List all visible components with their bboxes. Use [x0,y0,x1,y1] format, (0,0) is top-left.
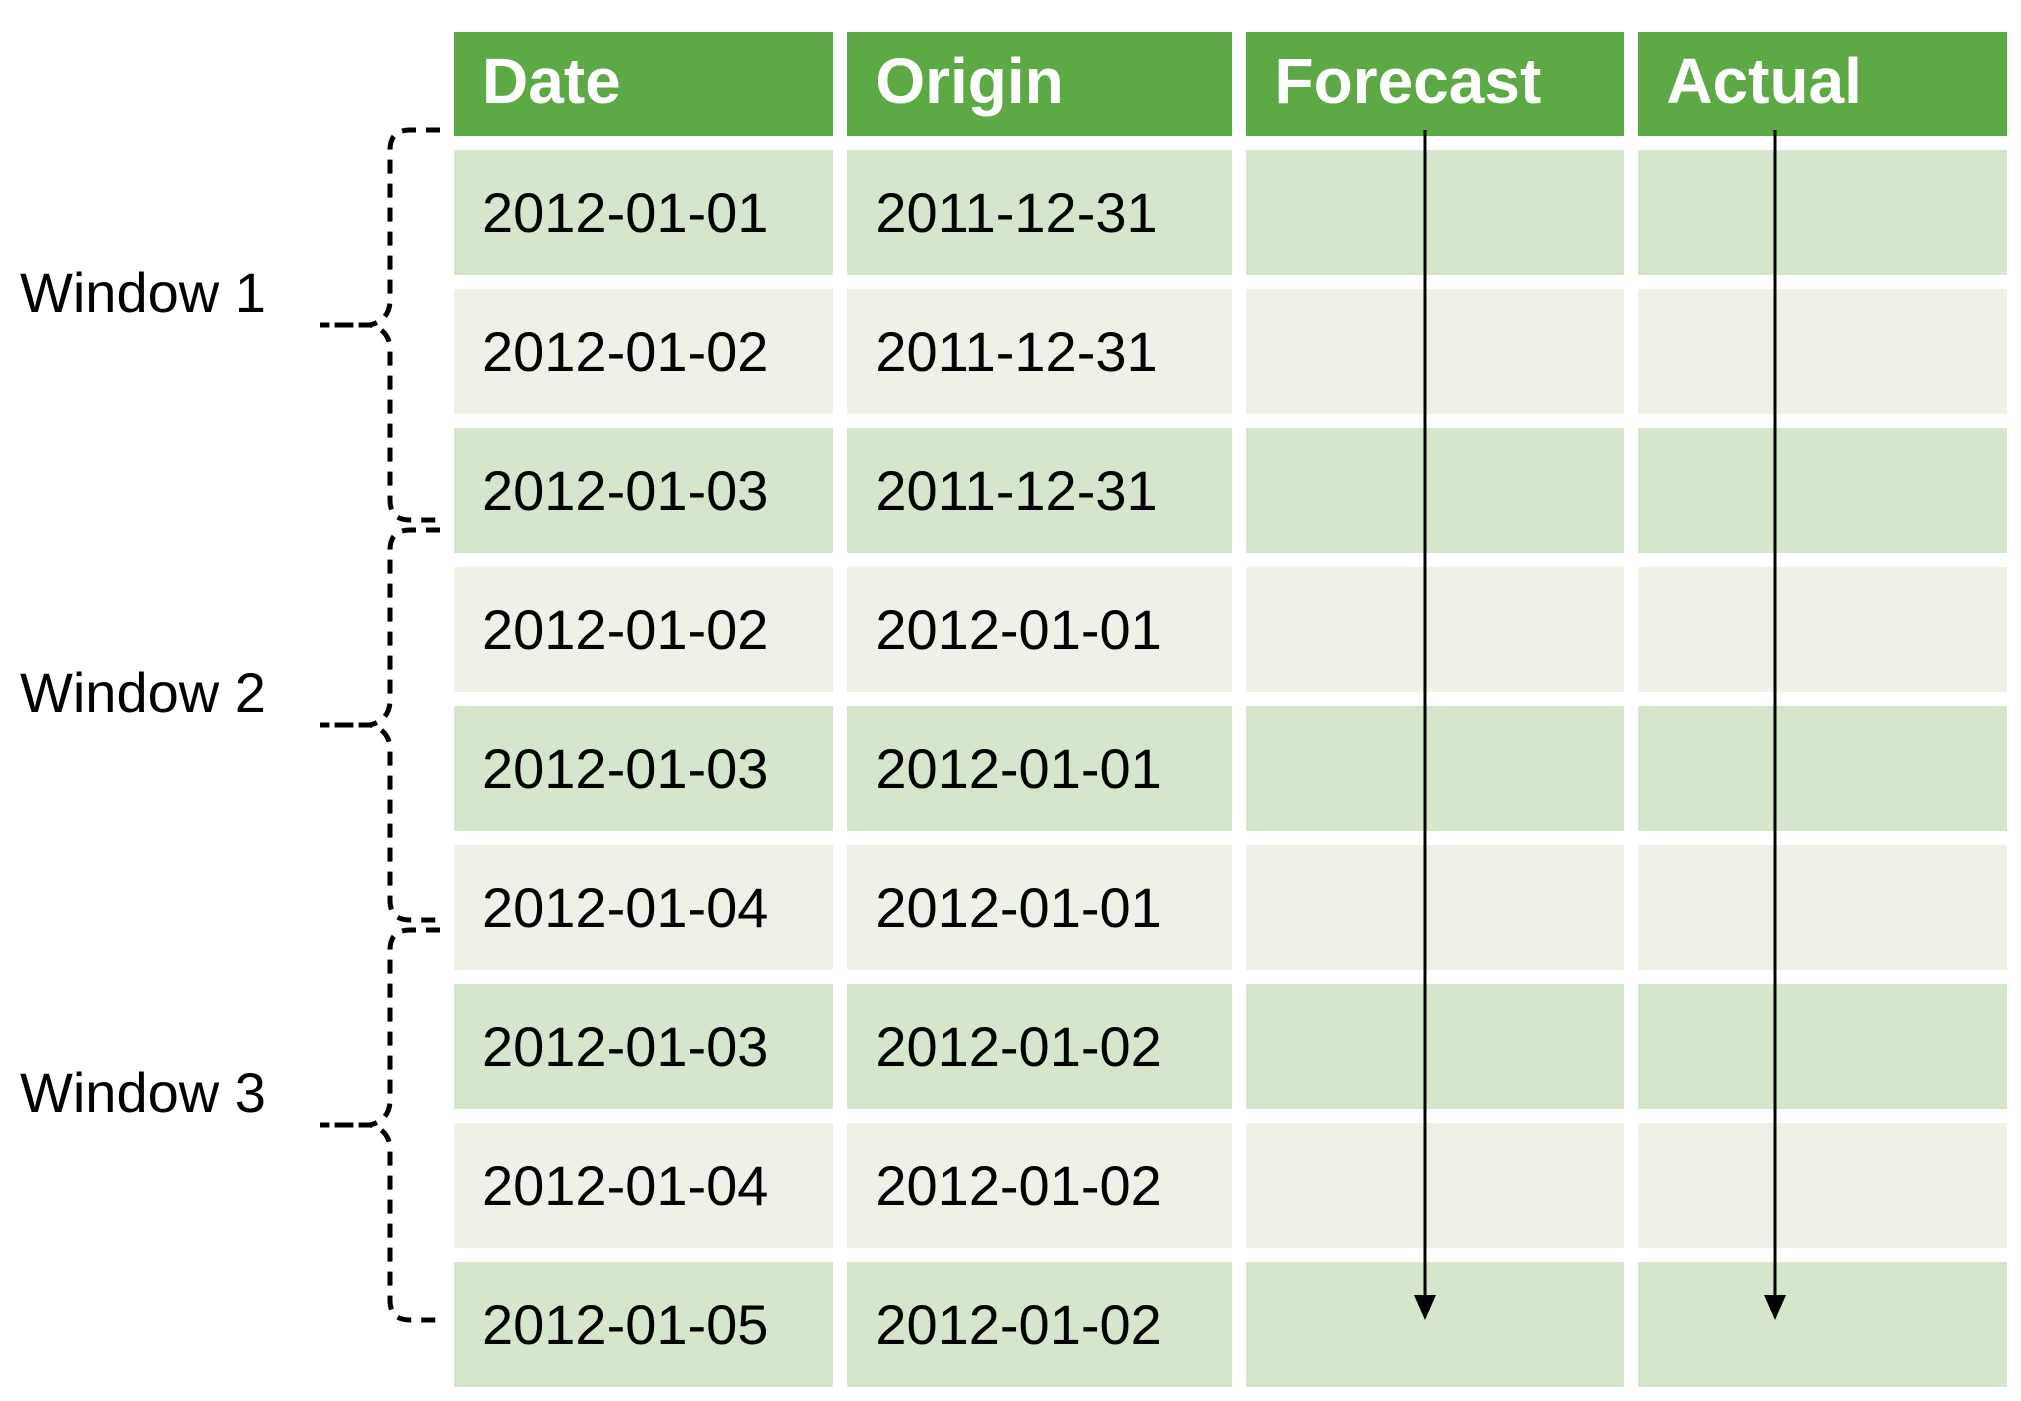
cell-origin: 2012-01-01 [847,567,1232,692]
cell-actual [1638,289,2007,414]
cell-actual [1638,706,2007,831]
table-row: 2012-01-03 2011-12-31 [454,428,2007,553]
cell-origin: 2012-01-01 [847,845,1232,970]
table-row: 2012-01-04 2012-01-02 [454,1123,2007,1248]
cell-date: 2012-01-01 [454,150,833,275]
cell-forecast [1246,150,1624,275]
cell-date: 2012-01-02 [454,289,833,414]
cell-origin: 2011-12-31 [847,150,1232,275]
forecast-table: Date Origin Forecast Actual 2012-01-01 2… [440,18,2021,1401]
table-row: 2012-01-01 2011-12-31 [454,150,2007,275]
cell-forecast [1246,706,1624,831]
cell-date: 2012-01-03 [454,428,833,553]
bracket-window-1 [310,120,450,530]
cell-forecast [1246,845,1624,970]
cell-actual [1638,845,2007,970]
window-label-1: Window 1 [20,260,266,325]
col-actual: Actual [1638,32,2007,136]
cell-forecast [1246,428,1624,553]
cell-origin: 2012-01-02 [847,984,1232,1109]
cell-date: 2012-01-03 [454,706,833,831]
cell-origin: 2011-12-31 [847,289,1232,414]
cell-date: 2012-01-05 [454,1262,833,1387]
window-label-2: Window 2 [20,660,266,725]
bracket-window-3 [310,920,450,1330]
cell-date: 2012-01-04 [454,1123,833,1248]
cell-actual [1638,150,2007,275]
col-origin: Origin [847,32,1232,136]
cell-forecast [1246,1123,1624,1248]
cell-origin: 2012-01-02 [847,1123,1232,1248]
cell-date: 2012-01-03 [454,984,833,1109]
table-row: 2012-01-05 2012-01-02 [454,1262,2007,1387]
cell-date: 2012-01-04 [454,845,833,970]
col-forecast: Forecast [1246,32,1624,136]
cell-actual [1638,567,2007,692]
cell-actual [1638,428,2007,553]
table-row: 2012-01-04 2012-01-01 [454,845,2007,970]
cell-forecast [1246,984,1624,1109]
cell-actual [1638,1262,2007,1387]
cell-forecast [1246,1262,1624,1387]
cell-forecast [1246,567,1624,692]
cell-actual [1638,984,2007,1109]
table-row: 2012-01-02 2011-12-31 [454,289,2007,414]
table-row: 2012-01-02 2012-01-01 [454,567,2007,692]
cell-origin: 2012-01-01 [847,706,1232,831]
cell-origin: 2012-01-02 [847,1262,1232,1387]
cell-forecast [1246,289,1624,414]
window-label-3: Window 3 [20,1060,266,1125]
table-header-row: Date Origin Forecast Actual [454,32,2007,136]
cell-actual [1638,1123,2007,1248]
table-row: 2012-01-03 2012-01-02 [454,984,2007,1109]
cell-origin: 2011-12-31 [847,428,1232,553]
bracket-window-2 [310,520,450,930]
col-date: Date [454,32,833,136]
table-row: 2012-01-03 2012-01-01 [454,706,2007,831]
cell-date: 2012-01-02 [454,567,833,692]
